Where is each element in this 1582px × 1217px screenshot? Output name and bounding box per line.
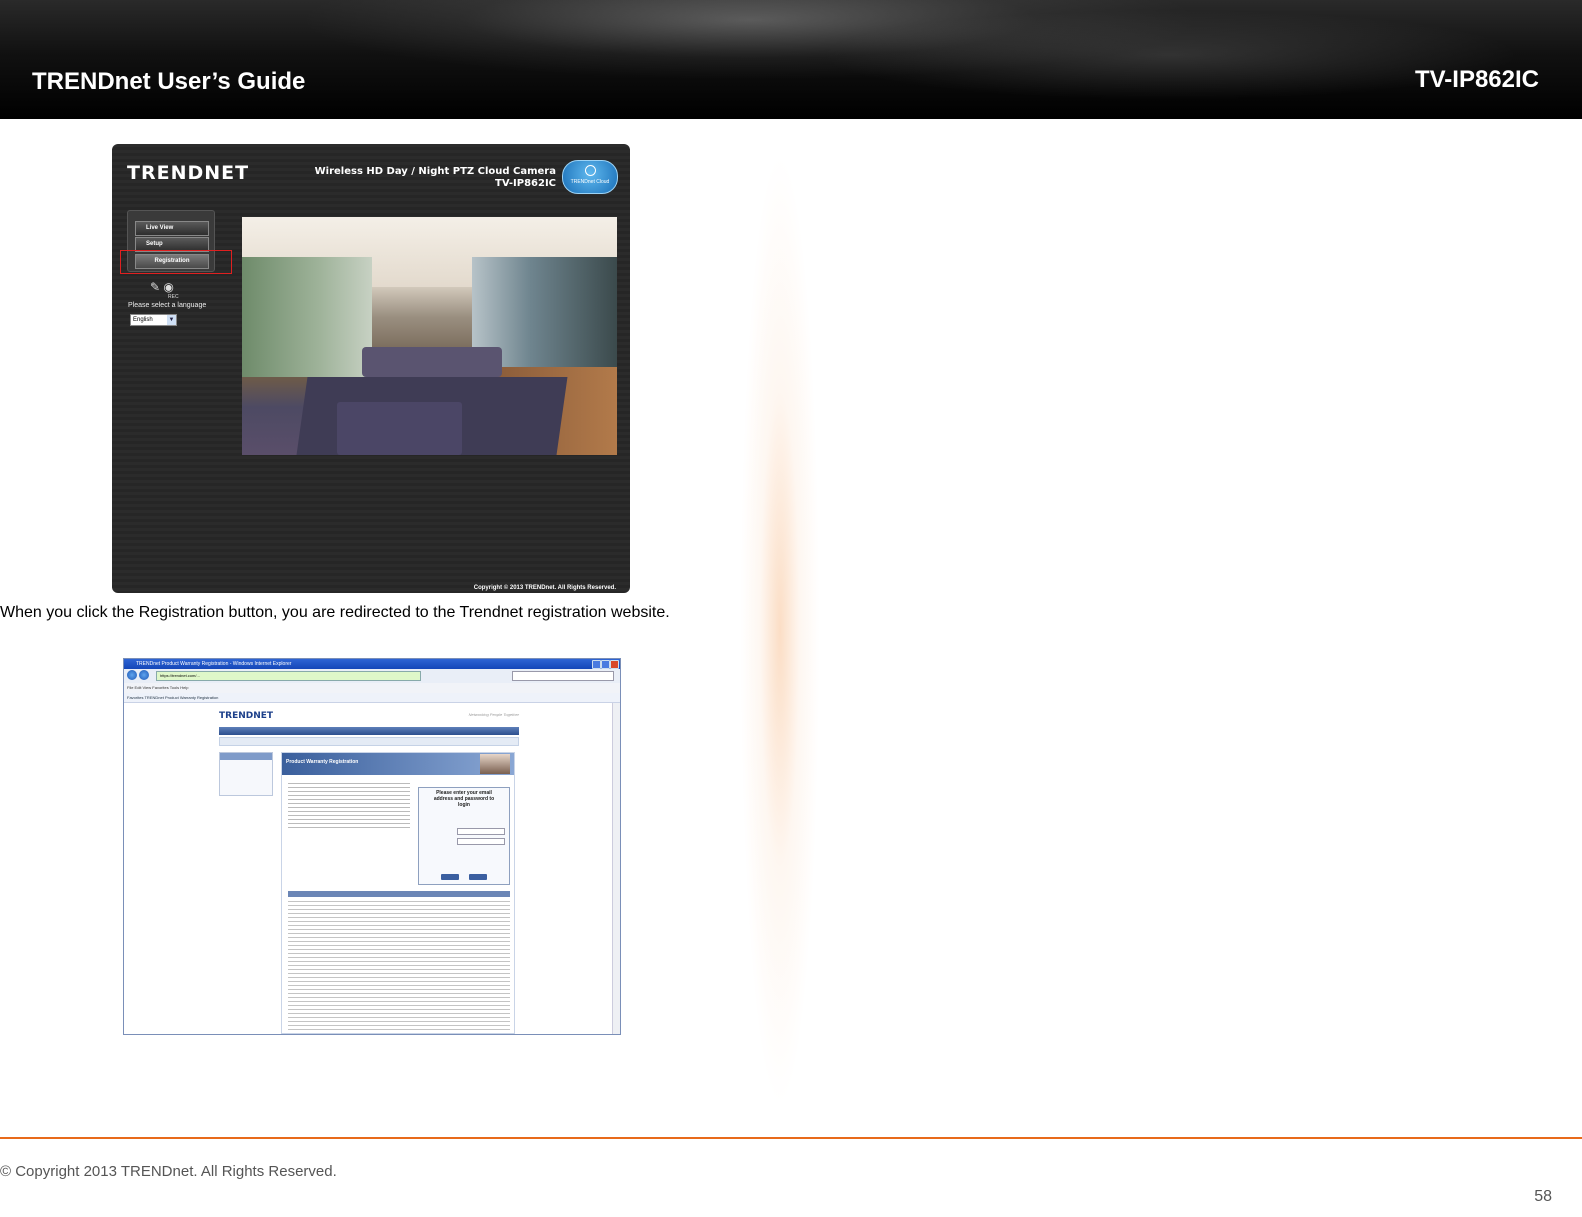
cloud-badge-label: TRENDnet Cloud <box>570 179 610 185</box>
address-bar: https://trendnet.com/... <box>124 669 620 684</box>
browser-menu-bar[interactable]: File Edit View Favorites Tools Help <box>124 683 620 693</box>
site-subnav[interactable] <box>219 737 519 746</box>
browser-scrollbar[interactable] <box>612 703 620 1034</box>
page-header: TRENDnet User’s Guide TV-IP862IC <box>0 0 1582 119</box>
url-input[interactable]: https://trendnet.com/... <box>156 671 421 681</box>
browser-screenshot: TRENDnet Product Warranty Registration -… <box>123 658 621 1035</box>
product-title-line1: Wireless HD Day / Night PTZ Cloud Camera <box>314 166 556 177</box>
close-icon[interactable] <box>610 660 619 669</box>
site-nav[interactable] <box>219 727 519 735</box>
password-field[interactable] <box>457 838 505 845</box>
maximize-icon[interactable] <box>601 660 610 669</box>
minimize-icon[interactable] <box>592 660 601 669</box>
product-title-line2: TV-IP862IC <box>495 178 556 189</box>
browser-search-input[interactable] <box>512 671 614 681</box>
forward-icon[interactable] <box>139 670 149 680</box>
body-paragraph: When you click the Registration button, … <box>0 604 670 621</box>
footer-copyright: © Copyright 2013 TRENDnet. All Rights Re… <box>0 1163 337 1180</box>
page-banner-title: Product Warranty Registration <box>286 759 359 765</box>
customer-login-box <box>219 752 273 796</box>
warranty-policy-text <box>288 901 510 1031</box>
banner-photo <box>480 754 510 774</box>
highlight-box <box>120 250 232 274</box>
page-number: 58 <box>1534 1188 1552 1205</box>
browser-window-title: TRENDnet Product Warranty Registration -… <box>136 661 292 667</box>
customer-login-header <box>220 753 272 760</box>
cloud-badge-icon: TRENDnet Cloud <box>562 160 618 194</box>
chevron-down-icon: ▼ <box>167 315 176 325</box>
registration-site: TRENDNET Networking People Together Prod… <box>219 707 519 1034</box>
camera-ui-screenshot: TRENDNET Wireless HD Day / Night PTZ Clo… <box>112 144 630 593</box>
live-view-button[interactable]: Live View <box>135 221 209 236</box>
snapshot-icon[interactable]: ✎ ◉ <box>150 280 174 294</box>
site-tagline: Networking People Together <box>468 712 519 717</box>
submit-button[interactable] <box>441 874 459 880</box>
room-sofa <box>362 347 502 377</box>
room-sofa-front <box>337 402 462 455</box>
live-video-feed <box>242 217 617 455</box>
login-heading: Please enter your email address and pass… <box>433 790 495 808</box>
product-title: Wireless HD Day / Night PTZ Cloud Camera… <box>315 166 556 190</box>
warranty-panel: Product Warranty Registration Please ent… <box>281 752 515 1034</box>
camera-logo: TRENDNET <box>127 162 250 184</box>
language-select[interactable]: English ▼ <box>130 314 177 326</box>
model-number: TV-IP862IC <box>1414 66 1539 93</box>
room-window-left <box>242 257 372 377</box>
decorative-glow <box>740 150 820 1110</box>
camera-copyright: Copyright © 2013 TRENDnet. All Rights Re… <box>473 585 616 591</box>
guide-title: TRENDnet User’s Guide <box>32 68 306 95</box>
site-logo: TRENDNET <box>219 711 274 721</box>
intro-text <box>288 783 410 829</box>
rec-label: REC <box>168 294 179 300</box>
register-button[interactable] <box>469 874 487 880</box>
language-value: English <box>133 317 153 323</box>
login-form: Please enter your email address and pass… <box>418 787 510 885</box>
page-banner: Product Warranty Registration <box>282 753 514 775</box>
cloud-ring <box>585 165 596 176</box>
favorites-bar[interactable]: Favorites TRENDnet Product Warranty Regi… <box>124 693 620 703</box>
browser-title-bar: TRENDnet Product Warranty Registration -… <box>124 659 620 669</box>
email-field[interactable] <box>457 828 505 835</box>
footer-rule <box>0 1137 1582 1139</box>
language-prompt: Please select a language <box>128 302 207 309</box>
warranty-policy-header <box>288 891 510 897</box>
back-icon[interactable] <box>127 670 137 680</box>
